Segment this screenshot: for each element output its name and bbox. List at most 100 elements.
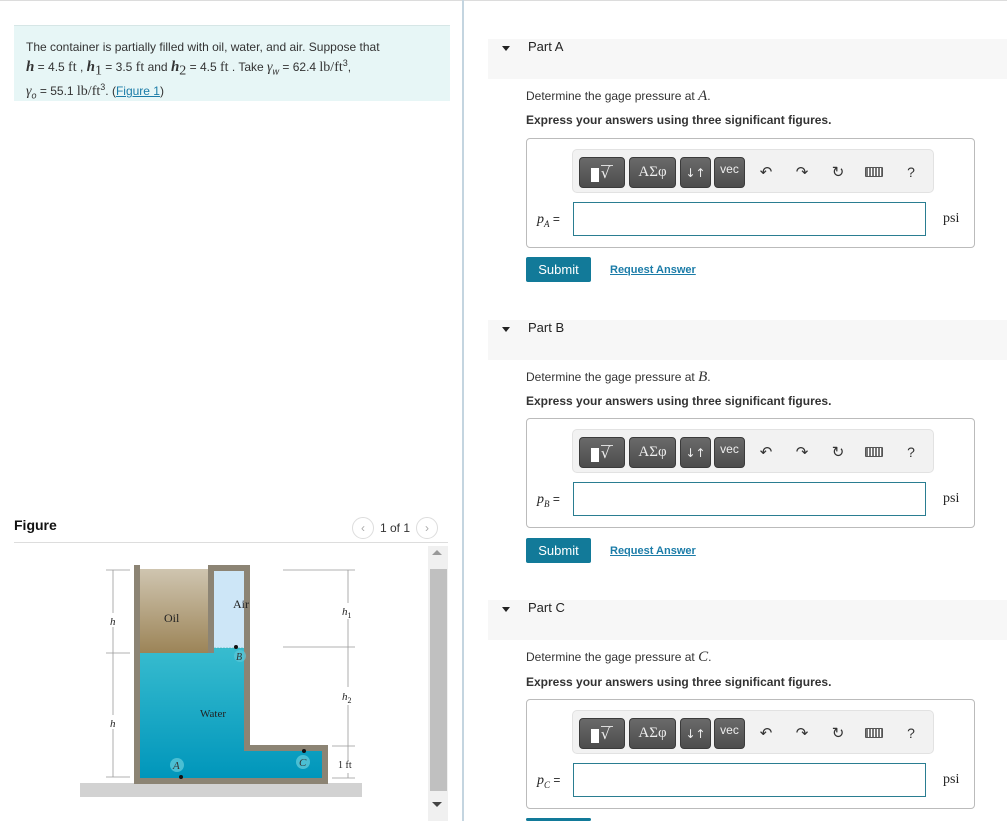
help-icon[interactable]: ? (901, 723, 921, 743)
gamma-w-value: = 62.4 (279, 60, 320, 74)
point-b-dot (234, 645, 238, 649)
sqrt-icon: √ (600, 725, 614, 742)
redo-icon[interactable]: ↷ (792, 442, 812, 462)
figure-pager: ‹ 1 of 1 › (352, 517, 439, 539)
part-c-instruction: Express your answers using three signifi… (526, 675, 832, 689)
collapse-triangle-icon[interactable] (502, 607, 510, 612)
gamma-w-exp: 3 (342, 58, 348, 68)
figure-title: Figure (14, 517, 57, 533)
arrows-button[interactable]: ↓↑ (680, 157, 711, 188)
part-a-header[interactable]: Part A (488, 39, 1007, 79)
figure-scrollbar-thumb[interactable] (430, 569, 447, 791)
vector-button[interactable]: vec (714, 157, 745, 188)
request-answer-link-part-b[interactable]: Request Answer (610, 545, 696, 557)
keyboard-icon[interactable] (864, 723, 884, 743)
part-b-header[interactable]: Part B (488, 320, 1007, 360)
help-icon[interactable]: ? (901, 162, 921, 182)
vector-button[interactable]: vec (714, 437, 745, 468)
water-region (140, 648, 322, 778)
sqrt-icon: √ (600, 444, 614, 461)
arrows-button[interactable]: ↓↑ (680, 437, 711, 468)
reset-icon[interactable]: ↻ (828, 442, 848, 462)
take-text: . Take (228, 60, 268, 74)
templates-button[interactable]: √ (579, 157, 625, 188)
answer-variable-label: pB = (537, 492, 560, 509)
water-label: Water (200, 708, 226, 720)
math-toolbar: √ ΑΣφ ↓↑ vec ↶ ↷ ↻ ? (572, 149, 934, 193)
undo-icon[interactable]: ↶ (756, 162, 776, 182)
unit-label: psi (943, 491, 960, 506)
one-ft-label: 1 ft (338, 760, 352, 771)
prev-figure-button[interactable]: ‹ (352, 517, 374, 539)
point-c-label: C (299, 757, 307, 769)
h2-unit: ft (219, 60, 229, 75)
answer-variable-label: pC = (537, 773, 561, 790)
placeholder-box-icon (590, 728, 599, 743)
submit-button-part-a[interactable]: Submit (526, 257, 591, 282)
h-top-label: h (110, 616, 116, 628)
arrows-button[interactable]: ↓↑ (680, 718, 711, 749)
question-text: Determine the gage pressure at (526, 370, 699, 384)
part-b-answer-box: √ ΑΣφ ↓↑ vec ↶ ↷ ↻ ? pB = psi (526, 418, 975, 528)
redo-icon[interactable]: ↷ (792, 162, 812, 182)
greek-symbols-button[interactable]: ΑΣφ (629, 437, 676, 468)
question-text: Determine the gage pressure at (526, 89, 699, 103)
answer-variable-label: pA = (537, 212, 560, 229)
and-text: and (144, 60, 171, 74)
templates-button[interactable]: √ (579, 718, 625, 749)
answer-input-pb[interactable] (573, 482, 926, 516)
greek-symbols-button[interactable]: ΑΣφ (629, 718, 676, 749)
part-b-instruction: Express your answers using three signifi… (526, 394, 832, 408)
scroll-down-icon[interactable] (432, 802, 442, 807)
reset-icon[interactable]: ↻ (828, 723, 848, 743)
gamma-o-value: = 55.1 (36, 84, 77, 99)
question-point: A (698, 88, 708, 104)
h2-label: h2 (342, 691, 352, 705)
redo-icon[interactable]: ↷ (792, 723, 812, 743)
h-value: = 4.5 (34, 60, 69, 74)
part-b-question: Determine the gage pressure at B. (526, 369, 711, 385)
scroll-up-icon[interactable] (432, 550, 442, 555)
math-toolbar: √ ΑΣφ ↓↑ vec ↶ ↷ ↻ ? (572, 710, 934, 754)
left-dimension-lines (106, 569, 130, 778)
answer-input-pa[interactable] (573, 202, 926, 236)
undo-icon[interactable]: ↶ (756, 442, 776, 462)
part-c-question: Determine the gage pressure at C. (526, 649, 712, 665)
container-figure: Oil Air Water B A C h h h1 h2 1 ft (80, 565, 362, 797)
h1-sub: 1 (94, 63, 102, 79)
next-figure-button[interactable]: › (416, 517, 439, 539)
part-b-title: Part B (528, 320, 565, 335)
h1-symbol: h (86, 59, 95, 75)
figure-link[interactable]: Figure 1 (116, 84, 160, 98)
gamma-o-unit: lb/ft (76, 84, 101, 100)
answer-input-pc[interactable] (573, 763, 926, 797)
point-a-label: A (172, 760, 180, 772)
collapse-triangle-icon[interactable] (502, 46, 510, 51)
h1-label: h1 (342, 606, 352, 620)
question-point: B (698, 369, 708, 385)
chevron-left-icon: ‹ (361, 521, 365, 535)
placeholder-box-icon (590, 167, 599, 182)
reset-icon[interactable]: ↻ (828, 162, 848, 182)
keyboard-icon[interactable] (864, 162, 884, 182)
point-a-dot (179, 775, 183, 779)
point-c-dot (302, 749, 306, 753)
figure-page-count: 1 of 1 (380, 521, 411, 535)
question-point: C (698, 649, 709, 665)
h-bottom-label: h (110, 718, 116, 730)
pane-divider (462, 0, 464, 821)
greek-symbols-button[interactable]: ΑΣφ (629, 157, 676, 188)
unit-label: psi (943, 772, 960, 787)
submit-button-part-b[interactable]: Submit (526, 538, 591, 563)
undo-icon[interactable]: ↶ (756, 723, 776, 743)
point-b-label: B (236, 652, 242, 663)
request-answer-link-part-a[interactable]: Request Answer (610, 264, 696, 276)
keyboard-icon[interactable] (864, 442, 884, 462)
h-unit: ft (68, 60, 77, 75)
help-icon[interactable]: ? (901, 442, 921, 462)
vector-button[interactable]: vec (714, 718, 745, 749)
templates-button[interactable]: √ (579, 437, 625, 468)
math-toolbar: √ ΑΣφ ↓↑ vec ↶ ↷ ↻ ? (572, 429, 934, 473)
collapse-triangle-icon[interactable] (502, 327, 510, 332)
part-c-header[interactable]: Part C (488, 600, 1007, 640)
